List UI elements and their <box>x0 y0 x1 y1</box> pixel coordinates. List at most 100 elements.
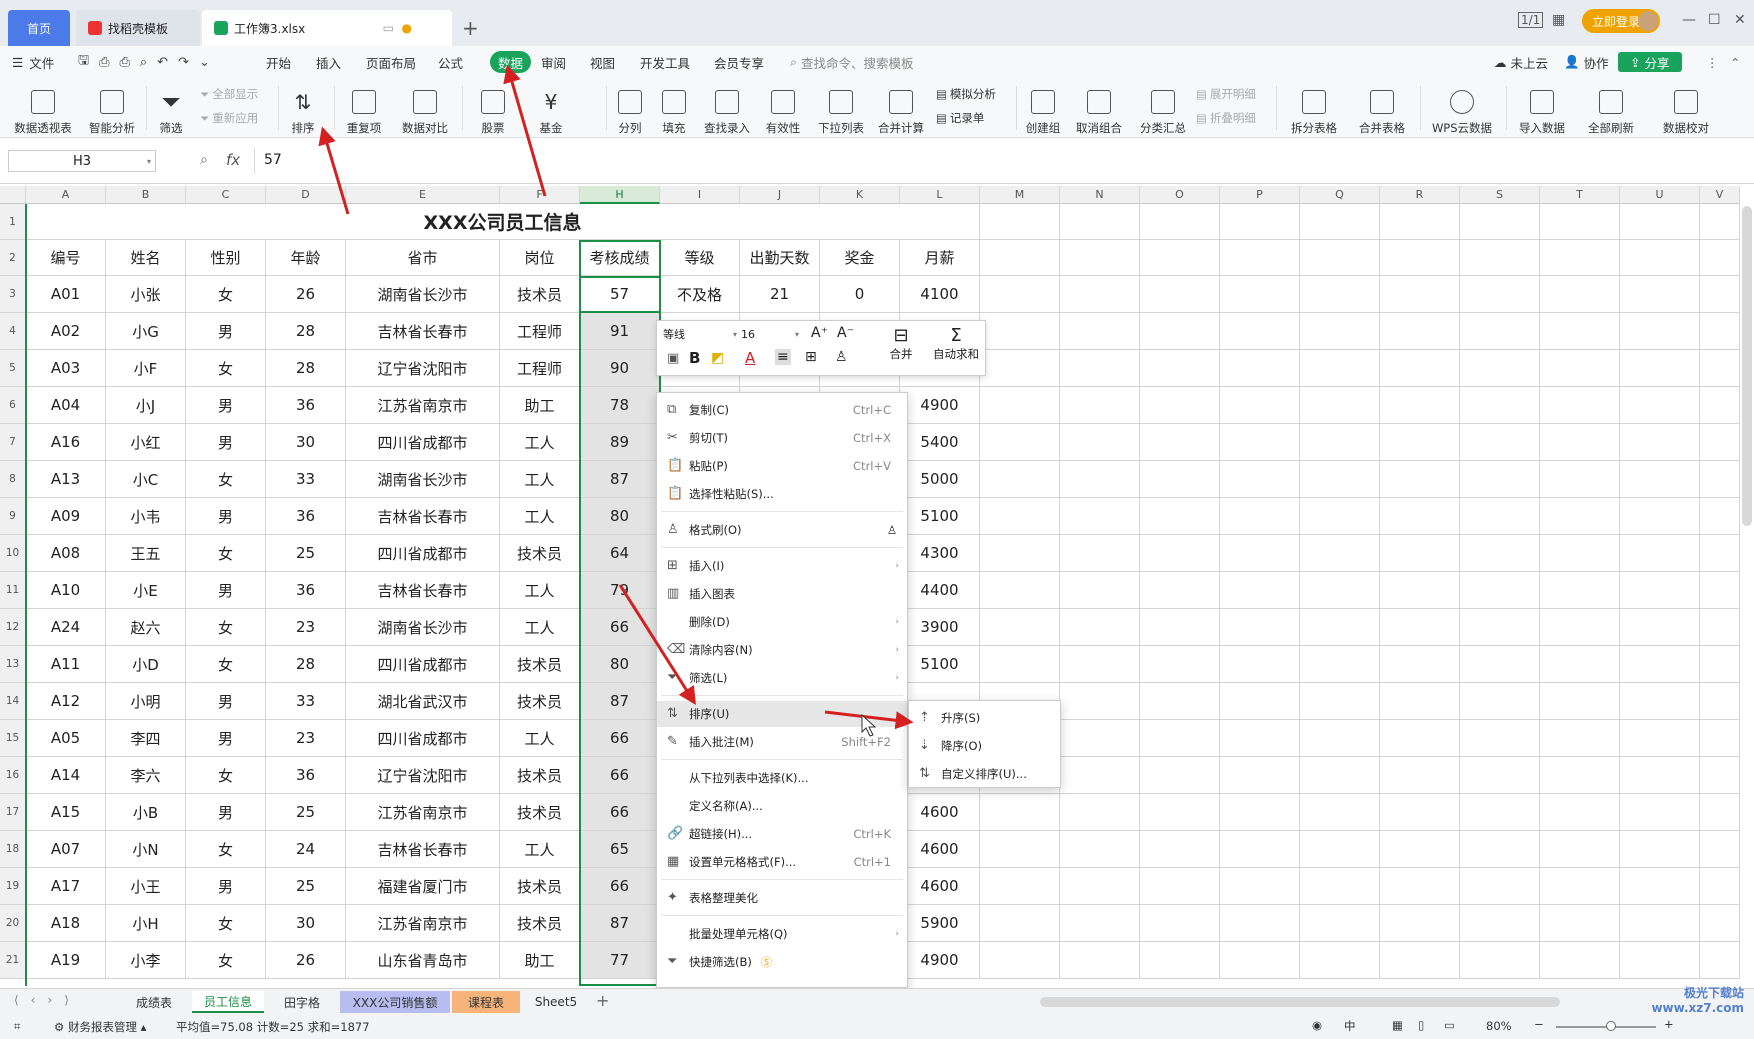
refresh-all-button[interactable]: 全部刷新 <box>1580 80 1642 136</box>
font-color-button[interactable]: A <box>745 349 755 367</box>
table-cell[interactable]: 四川省成都市 <box>346 720 500 757</box>
table-cell[interactable]: A14 <box>26 757 106 794</box>
collapse-ribbon-icon[interactable]: ⌃ <box>1730 46 1740 78</box>
command-search[interactable]: ⌕ 查找命令、搜索模板 <box>790 46 914 78</box>
table-cell[interactable]: A08 <box>26 535 106 572</box>
table-cell[interactable]: 66 <box>580 609 660 646</box>
empty-cell[interactable] <box>1140 350 1220 387</box>
maximize-button[interactable]: ☐ <box>1708 12 1721 28</box>
empty-cell[interactable] <box>1300 609 1380 646</box>
column-header-R[interactable]: R <box>1380 186 1460 204</box>
empty-cell[interactable] <box>1620 720 1700 757</box>
table-cell[interactable]: 5900 <box>900 905 980 942</box>
table-cell[interactable]: 87 <box>580 461 660 498</box>
table-cell[interactable]: 小E <box>106 572 186 609</box>
table-cell[interactable]: 吉林省长春市 <box>346 572 500 609</box>
context-item-6[interactable]: ▥ 插入图表 <box>657 581 907 607</box>
split-column-button[interactable]: 分列 <box>612 80 648 136</box>
table-cell[interactable]: 男 <box>186 387 266 424</box>
empty-cell[interactable] <box>1460 350 1540 387</box>
table-cell[interactable]: 男 <box>186 683 266 720</box>
table-cell[interactable]: 四川省成都市 <box>346 646 500 683</box>
empty-cell[interactable] <box>1300 905 1380 942</box>
header-cell[interactable]: 等级 <box>660 240 740 276</box>
table-cell[interactable]: 89 <box>580 424 660 461</box>
empty-cell[interactable] <box>1380 240 1460 276</box>
empty-cell[interactable] <box>1060 387 1140 424</box>
empty-cell[interactable] <box>1620 942 1700 979</box>
show-all-button[interactable]: ⏷ 全部显示 <box>200 86 258 102</box>
table-cell[interactable]: 小李 <box>106 942 186 979</box>
empty-cell[interactable] <box>1460 424 1540 461</box>
table-cell[interactable]: 技术员 <box>500 757 580 794</box>
table-cell[interactable]: 4600 <box>900 794 980 831</box>
empty-cell[interactable] <box>1300 461 1380 498</box>
empty-cell[interactable] <box>1060 240 1140 276</box>
merge-calc-button[interactable]: 合并计算 <box>874 80 928 136</box>
column-header-K[interactable]: K <box>820 186 900 204</box>
row-header[interactable]: 20 <box>0 905 26 942</box>
empty-cell[interactable] <box>1300 794 1380 831</box>
table-cell[interactable]: 工人 <box>500 831 580 868</box>
empty-cell[interactable] <box>1620 683 1700 720</box>
empty-cell[interactable] <box>1700 240 1740 276</box>
empty-cell[interactable] <box>1540 942 1620 979</box>
table-cell[interactable]: 90 <box>580 350 660 387</box>
fund-button[interactable]: ¥ 基金 <box>534 80 568 136</box>
empty-cell[interactable] <box>980 204 1060 240</box>
table-cell[interactable]: 5100 <box>900 498 980 535</box>
collapse-detail-button[interactable]: ▤ 折叠明细 <box>1196 110 1256 126</box>
empty-cell[interactable] <box>1380 424 1460 461</box>
table-cell[interactable]: 36 <box>266 572 346 609</box>
column-header-F[interactable]: F <box>500 186 580 204</box>
empty-cell[interactable] <box>1380 831 1460 868</box>
column-header-V[interactable]: V <box>1700 186 1740 204</box>
empty-cell[interactable] <box>1700 498 1740 535</box>
filter-button[interactable]: ⏷ 筛选 <box>152 80 190 136</box>
autosum-button[interactable]: Σ 自动求和 <box>927 325 985 373</box>
empty-cell[interactable] <box>1460 572 1540 609</box>
empty-cell[interactable] <box>1700 276 1740 313</box>
table-cell[interactable]: 80 <box>580 646 660 683</box>
row-header[interactable]: 21 <box>0 942 26 979</box>
table-cell[interactable]: 工人 <box>500 461 580 498</box>
dropdown-list-button[interactable]: 下拉列表 <box>814 80 868 136</box>
table-cell[interactable]: 30 <box>266 905 346 942</box>
empty-cell[interactable] <box>1140 276 1220 313</box>
menu-tab-5[interactable]: 审阅 <box>541 46 566 78</box>
merge-cells-button[interactable]: ⊟ 合并 <box>879 325 923 373</box>
row-header[interactable]: 9 <box>0 498 26 535</box>
table-cell[interactable]: A12 <box>26 683 106 720</box>
empty-cell[interactable] <box>1300 313 1380 350</box>
empty-cell[interactable] <box>1140 609 1220 646</box>
empty-cell[interactable] <box>980 942 1060 979</box>
table-cell[interactable]: 女 <box>186 831 266 868</box>
empty-cell[interactable] <box>1700 683 1740 720</box>
empty-cell[interactable] <box>1220 757 1300 794</box>
empty-cell[interactable] <box>1140 204 1220 240</box>
empty-cell[interactable] <box>1300 757 1380 794</box>
table-cell[interactable]: 李六 <box>106 757 186 794</box>
empty-cell[interactable] <box>1380 905 1460 942</box>
table-cell[interactable]: 江苏省南京市 <box>346 387 500 424</box>
table-cell[interactable]: 28 <box>266 646 346 683</box>
empty-cell[interactable] <box>1300 683 1380 720</box>
table-cell[interactable]: A16 <box>26 424 106 461</box>
table-cell[interactable]: 技术员 <box>500 276 580 313</box>
empty-cell[interactable] <box>1300 572 1380 609</box>
table-cell[interactable]: 女 <box>186 942 266 979</box>
table-cell[interactable]: A10 <box>26 572 106 609</box>
table-cell[interactable]: 技术员 <box>500 683 580 720</box>
table-cell[interactable]: 女 <box>186 461 266 498</box>
undo-icon[interactable]: ↶ <box>157 55 168 70</box>
row-header[interactable]: 2 <box>0 240 26 276</box>
table-cell[interactable]: 4400 <box>900 572 980 609</box>
custom-sort-item[interactable]: ⇅ 自定义排序(U)... <box>909 761 1060 787</box>
empty-cell[interactable] <box>1460 942 1540 979</box>
table-cell[interactable]: 王五 <box>106 535 186 572</box>
table-cell[interactable]: 28 <box>266 350 346 387</box>
column-header-Q[interactable]: Q <box>1300 186 1380 204</box>
empty-cell[interactable] <box>1540 424 1620 461</box>
row-header[interactable]: 6 <box>0 387 26 424</box>
tab-template[interactable]: 找稻壳模板 <box>76 10 200 46</box>
